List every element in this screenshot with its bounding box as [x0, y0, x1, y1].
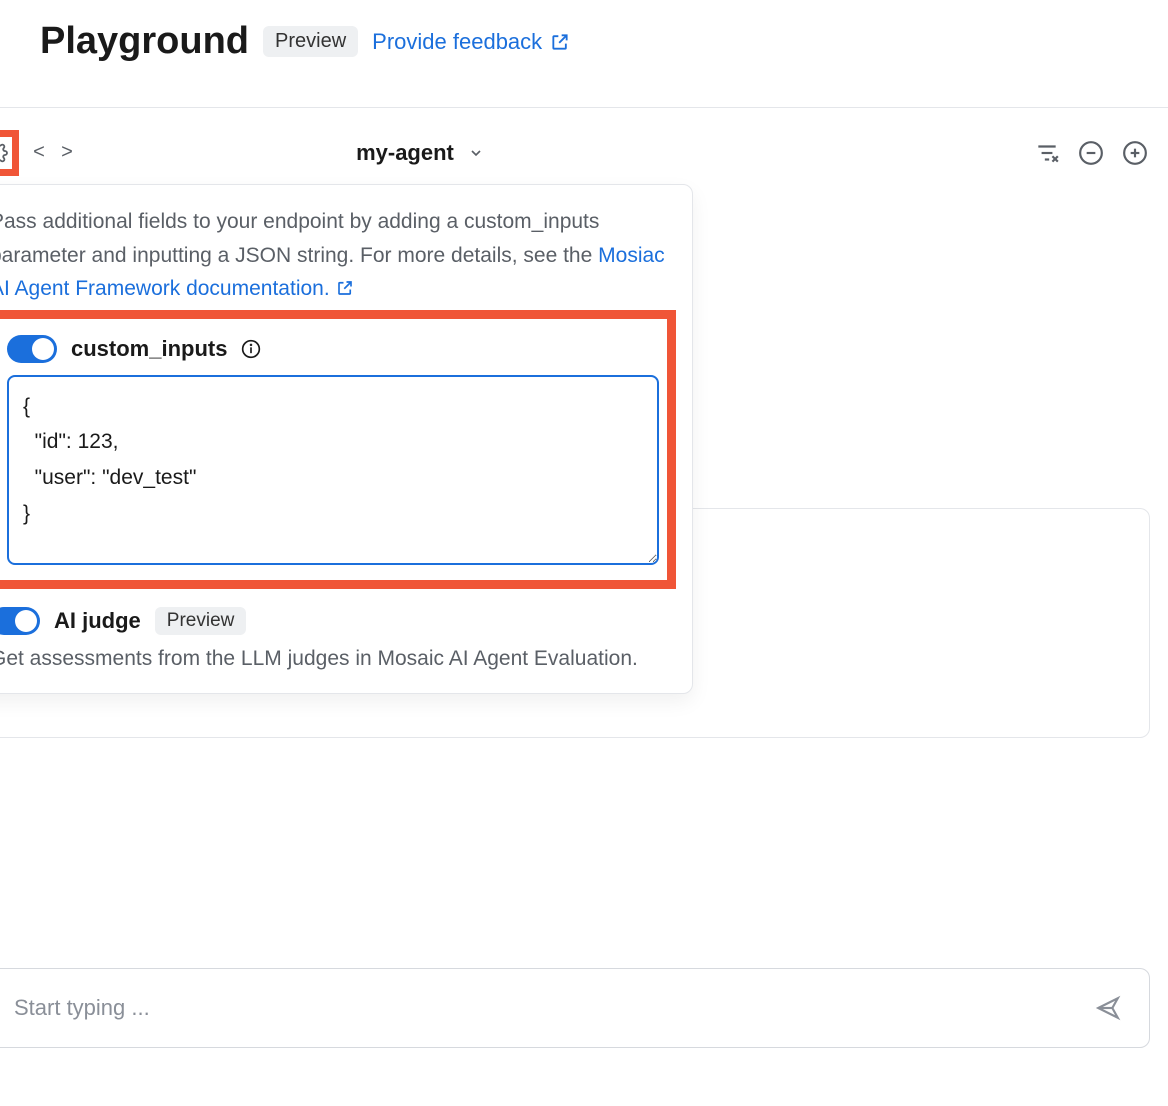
chat-input[interactable] — [12, 994, 1089, 1022]
custom-inputs-textarea[interactable] — [7, 375, 659, 565]
external-link-icon — [550, 32, 570, 52]
page-title: Playground — [40, 20, 249, 63]
send-button[interactable] — [1089, 994, 1127, 1022]
feedback-label: Provide feedback — [372, 29, 542, 55]
remove-button[interactable] — [1076, 138, 1106, 168]
provide-feedback-link[interactable]: Provide feedback — [372, 29, 570, 55]
add-button[interactable] — [1120, 138, 1150, 168]
external-link-icon — [336, 279, 354, 297]
custom-inputs-highlight: custom_inputs — [0, 310, 676, 589]
gear-icon — [0, 141, 8, 165]
endpoint-name: my-agent — [356, 140, 454, 166]
ai-judge-description: Get assessments from the LLM judges in M… — [0, 647, 676, 671]
settings-button-highlight — [0, 130, 19, 176]
custom-inputs-label: custom_inputs — [71, 336, 227, 362]
endpoint-selector[interactable]: my-agent — [350, 139, 490, 167]
panel-description: Pass additional fields to your endpoint … — [0, 205, 676, 306]
settings-button[interactable] — [0, 139, 10, 167]
send-icon — [1095, 995, 1121, 1021]
chat-input-bar — [0, 968, 1150, 1048]
ai-judge-toggle[interactable] — [0, 607, 40, 635]
clear-filter-button[interactable] — [1032, 138, 1062, 168]
code-toggle-button[interactable]: < > — [29, 140, 79, 167]
ai-judge-badge: Preview — [155, 607, 247, 635]
chevron-down-icon — [468, 145, 484, 161]
ai-judge-label: AI judge — [54, 608, 141, 634]
panel-description-text: Pass additional fields to your endpoint … — [0, 210, 599, 267]
settings-panel: Pass additional fields to your endpoint … — [0, 184, 693, 694]
filter-clear-icon — [1034, 140, 1060, 166]
custom-inputs-toggle[interactable] — [7, 335, 57, 363]
info-icon[interactable] — [241, 339, 261, 359]
preview-badge: Preview — [263, 26, 358, 57]
plus-circle-icon — [1122, 140, 1148, 166]
minus-circle-icon — [1078, 140, 1104, 166]
